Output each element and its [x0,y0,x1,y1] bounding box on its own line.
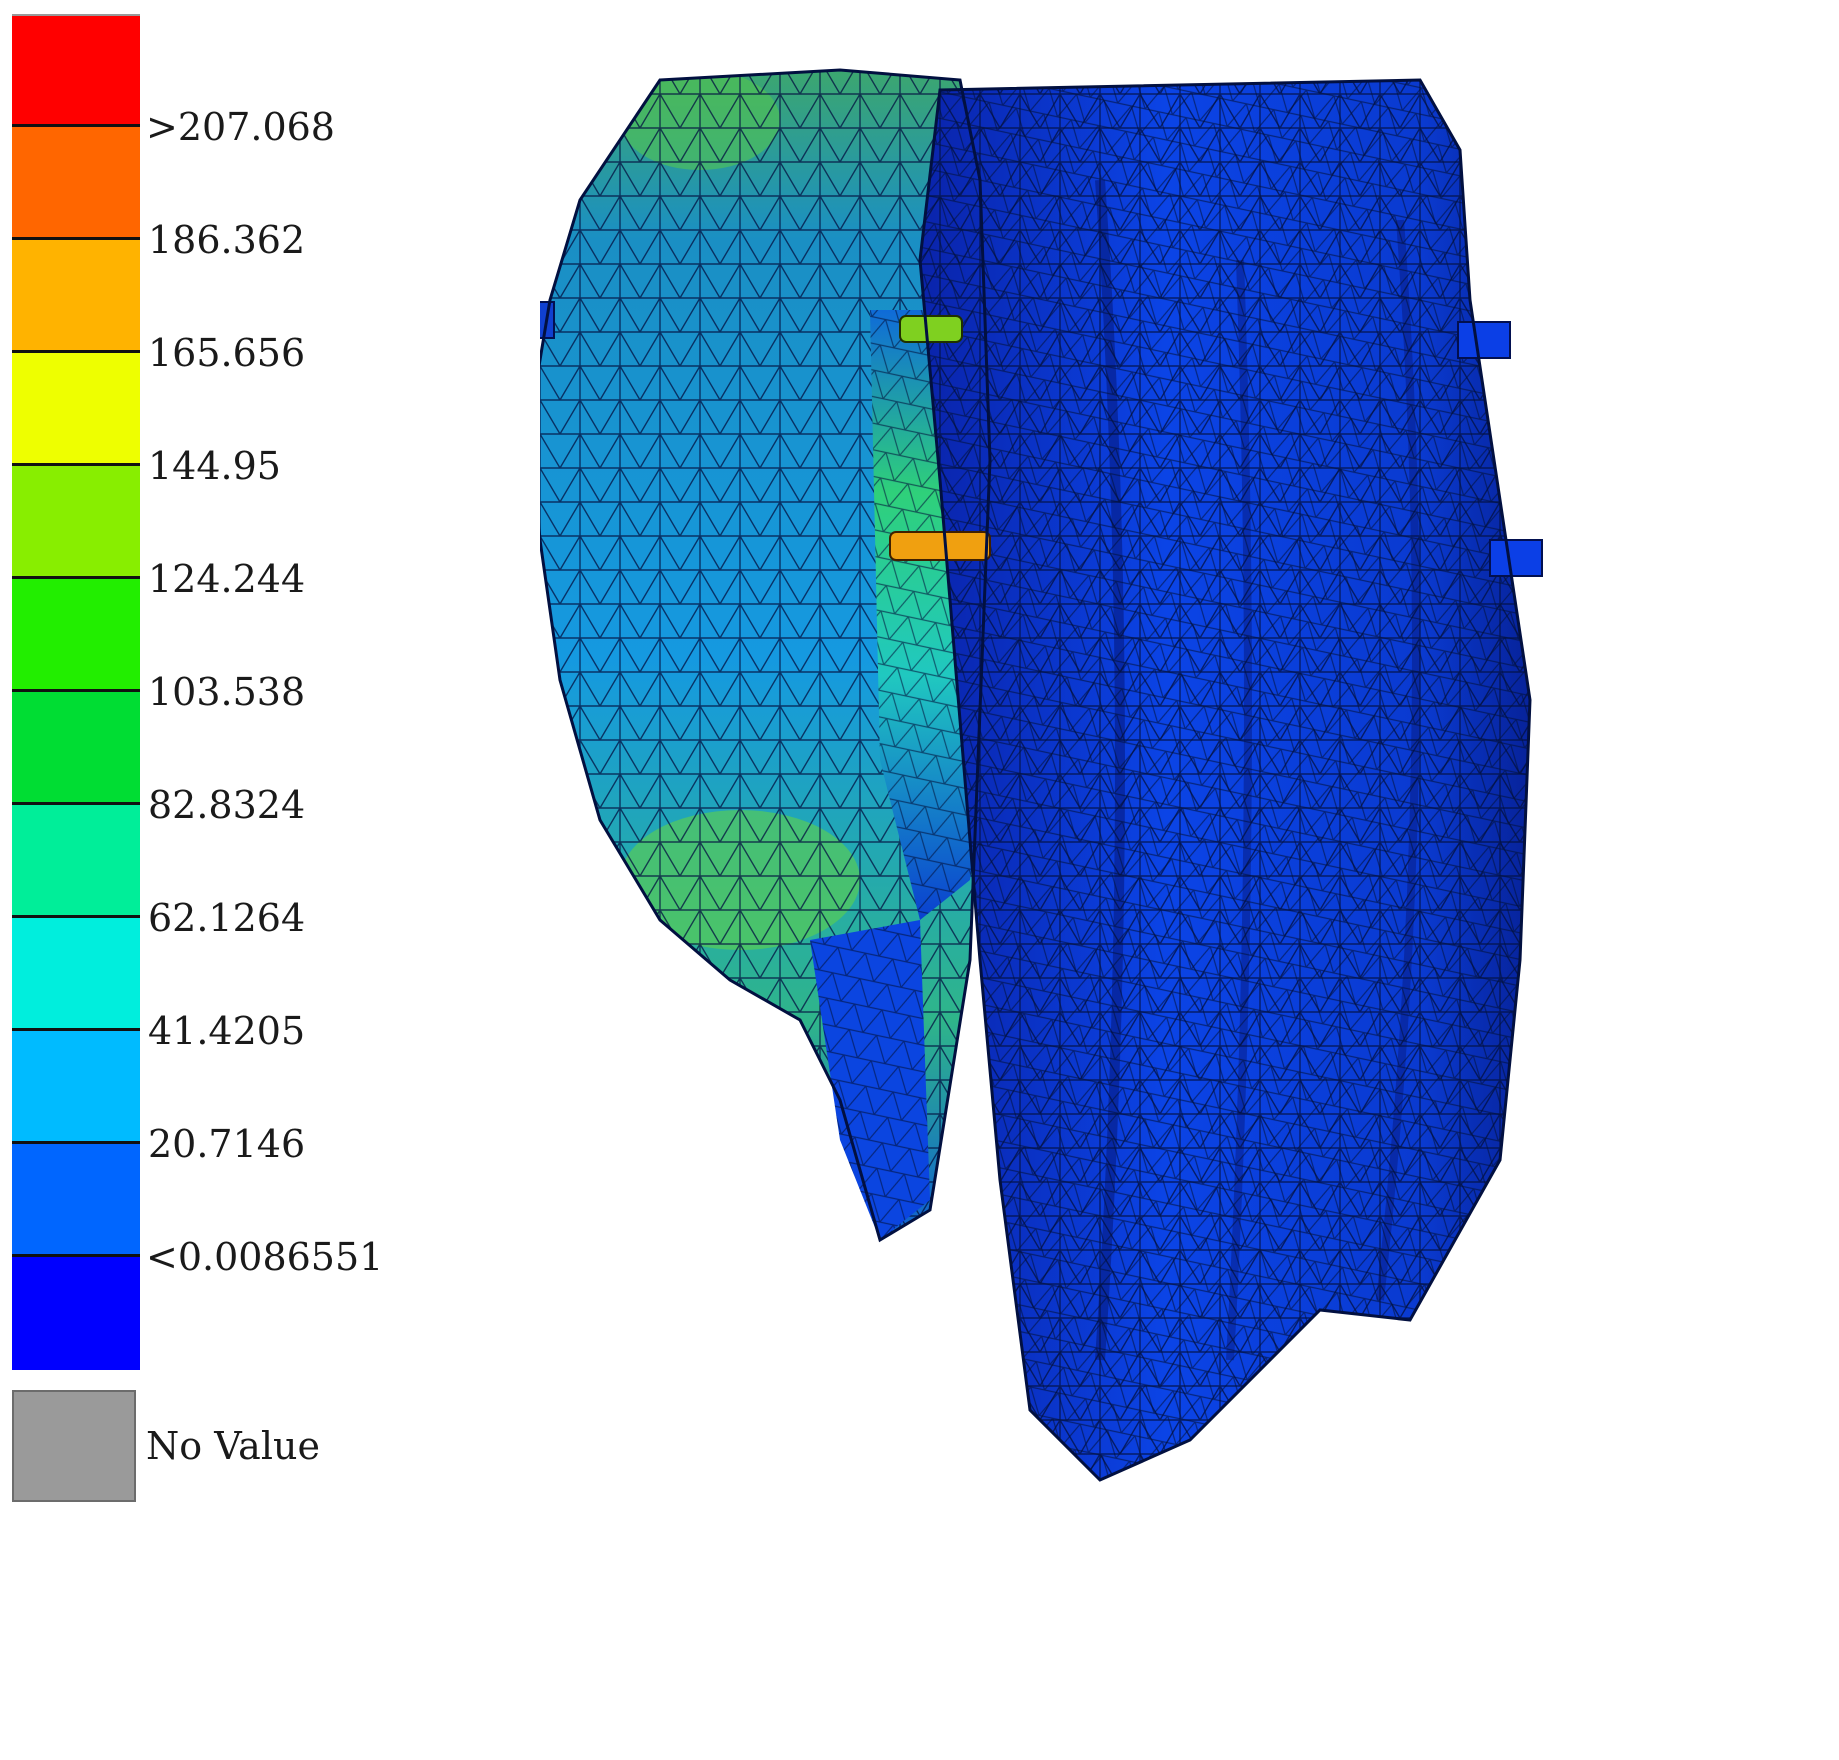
legend-band [12,692,140,805]
legend-band [12,127,140,240]
legend-band [12,14,140,127]
legend-tick-label: 103.538 [148,670,306,714]
legend-tick-label: 124.244 [148,557,306,601]
legend-band [12,579,140,692]
legend-tick-label: <0.0086551 [146,1235,384,1279]
no-value-label: No Value [146,1424,320,1468]
no-value-swatch [12,1390,136,1502]
legend-band [12,1257,140,1370]
model-viewport[interactable] [540,60,1839,1760]
hotspot-lower [889,531,991,561]
legend-band [12,240,140,353]
side-tab-right-upper [1457,321,1511,359]
legend-band [12,805,140,918]
legend-tick-label: 41.4205 [148,1009,306,1053]
legend-tick-label: 82.8324 [148,783,306,827]
legend-band [12,466,140,579]
legend-band [12,1031,140,1144]
hotspot-upper [899,315,963,343]
color-legend: >207.068 186.362 165.656 144.95 124.244 103.5… [0,0,420,1520]
legend-band [12,353,140,466]
mesh-model[interactable] [540,60,1839,1760]
legend-tick-label: 144.95 [148,444,281,488]
side-tab-right-lower [1489,539,1543,577]
legend-tick-label: 62.1264 [148,896,306,940]
legend-band [12,918,140,1031]
legend-tick-label: >207.068 [146,105,335,149]
legend-tick-label: 165.656 [148,331,306,375]
legend-band [12,1144,140,1257]
right-body [920,80,1530,1480]
legend-tick-label: 20.7146 [148,1122,306,1166]
legend-tick-label: 186.362 [148,218,306,262]
